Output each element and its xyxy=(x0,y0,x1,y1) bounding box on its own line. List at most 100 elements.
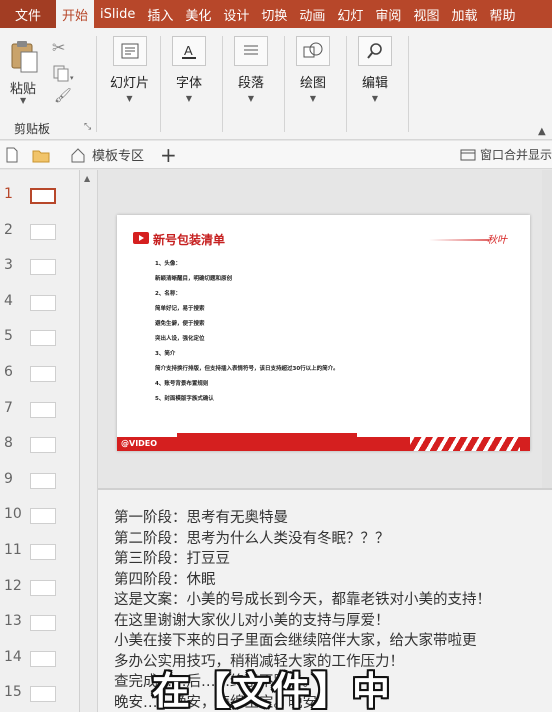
slide-text-line: 3、简介 xyxy=(155,351,176,357)
tab-transitions[interactable]: 切换 xyxy=(255,0,293,28)
note-line: 第四阶段：休眠 xyxy=(114,571,216,588)
tab-beautify[interactable]: 美化 xyxy=(179,0,217,28)
editing-button[interactable]: 编辑 ▼ xyxy=(358,36,392,103)
video-subtitle: 在【文件】中 xyxy=(152,669,393,712)
slide-title: 新号包装清单 xyxy=(153,233,226,247)
slide-text-line: 新颖清晰醒目，明确切题和原创 xyxy=(155,276,233,282)
slide-thumbnail-image xyxy=(30,579,56,596)
ribbon-home: 粘贴 ▼ ✂ ▾ 🖌 剪贴板 ⤡ 幻灯片 ▼ A 字体 ▼ 段落 ▼ 绘图 ▼ … xyxy=(0,28,552,140)
chevron-down-icon: ▼ xyxy=(371,94,379,103)
paste-icon xyxy=(11,41,38,73)
slide-thumbnail[interactable]: 7 xyxy=(0,392,80,428)
slide-number: 11 xyxy=(4,542,22,558)
tab-view[interactable]: 视图 xyxy=(407,0,445,28)
ribbon-separator xyxy=(160,36,161,132)
ribbon-separator xyxy=(222,36,223,132)
slide-thumbnail-image xyxy=(30,366,56,382)
tab-animations[interactable]: 动画 xyxy=(293,0,331,28)
note-line: 第三阶段：打豆豆 xyxy=(114,551,230,567)
slide-number: 3 xyxy=(4,257,13,274)
slide-thumbnail[interactable]: 2 xyxy=(0,214,80,250)
ribbon-separator xyxy=(96,36,97,132)
dialog-launcher-icon[interactable]: ⤡ xyxy=(84,122,91,132)
drawing-button[interactable]: 绘图 ▼ xyxy=(296,36,330,103)
tab-slideshow[interactable]: 幻灯 xyxy=(331,0,369,28)
slide-thumbnail[interactable]: 6 xyxy=(0,356,80,392)
slide-number: 8 xyxy=(4,435,13,452)
tab-addins[interactable]: 加载 xyxy=(445,0,483,28)
new-file-icon[interactable] xyxy=(4,147,20,163)
cut-icon[interactable]: ✂ xyxy=(52,38,65,57)
slide-thumbnail-image xyxy=(30,508,56,525)
paste-button[interactable] xyxy=(8,38,40,77)
chevron-down-icon: ▼ xyxy=(309,94,317,103)
tab-review[interactable]: 审阅 xyxy=(369,0,407,28)
ribbon-separator xyxy=(284,36,285,132)
editing-label: 编辑 xyxy=(361,76,388,91)
format-painter-icon[interactable]: 🖌 xyxy=(54,88,72,104)
slide-scrollbar[interactable] xyxy=(542,170,552,488)
slide-number: 10 xyxy=(4,506,22,523)
slide-number: 13 xyxy=(4,613,22,630)
slide-thumbnail[interactable]: 4 xyxy=(0,285,80,321)
slide-number: 4 xyxy=(4,292,13,309)
slide-text-line: 4、账号背景布置规则 xyxy=(155,381,209,387)
slide-thumbnail[interactable]: 1 xyxy=(0,178,80,214)
paragraph-icon xyxy=(234,36,268,66)
slide-text-line: 2、名称： xyxy=(155,291,181,297)
slide-thumbnail-image xyxy=(30,437,56,454)
shapes-icon xyxy=(296,36,330,66)
tab-insert[interactable]: 插入 xyxy=(141,0,179,28)
collapse-ribbon-icon[interactable]: ▲ xyxy=(538,126,546,137)
tab-islide[interactable]: iSlide xyxy=(94,0,141,28)
slide-thumbnail[interactable]: 3 xyxy=(0,249,80,285)
slide-text-line: 1、头像： xyxy=(155,261,181,267)
slide-text-line: 突出人设，强化定位 xyxy=(155,336,205,342)
window-merge-button[interactable]: 窗口合并显示 xyxy=(460,146,552,163)
search-icon xyxy=(358,36,392,66)
slide-thumbnail-image xyxy=(30,223,56,240)
chevron-down-icon: ▼ xyxy=(185,94,193,103)
copy-icon[interactable]: ▾ xyxy=(52,64,74,85)
home-icon xyxy=(71,147,85,162)
scroll-up-icon[interactable]: ▲ xyxy=(84,174,90,183)
svg-text:▾: ▾ xyxy=(70,74,74,82)
font-icon: A xyxy=(172,36,206,66)
slide-number: 2 xyxy=(4,221,13,238)
slide-thumbnail[interactable]: 10 xyxy=(0,498,80,534)
font-button[interactable]: A 字体 ▼ xyxy=(172,36,206,103)
slide-thumbnail-panel[interactable]: 1 2 3 4 5 6 7 8 9 10 11 12 13 14 15 xyxy=(0,170,80,712)
paste-dropdown-caret[interactable]: ▼ xyxy=(20,96,26,105)
slide-thumbnail[interactable]: 11 xyxy=(0,534,80,570)
slide-thumbnail-image xyxy=(30,686,56,703)
slide-thumbnail[interactable]: 8 xyxy=(0,427,80,463)
slide-thumbnail[interactable]: 13 xyxy=(0,605,80,641)
slide-number: 6 xyxy=(4,364,13,380)
slide-number: 12 xyxy=(4,577,22,594)
folder-icon[interactable] xyxy=(32,147,50,163)
footer-stripes xyxy=(410,437,520,451)
slide-thumbnail[interactable]: 5 xyxy=(0,320,80,356)
tab-design[interactable]: 设计 xyxy=(217,0,255,28)
slide-thumbnail[interactable]: 14 xyxy=(0,641,80,677)
thumbnail-scrollbar[interactable]: ▲ xyxy=(80,170,98,712)
slide-number: 15 xyxy=(4,684,22,701)
tab-file[interactable]: 文件 xyxy=(0,0,56,28)
template-zone-tab[interactable]: 模板专区 xyxy=(70,145,144,164)
tab-home[interactable]: 开始 xyxy=(56,0,95,28)
slide-thumbnail[interactable]: 9 xyxy=(0,463,80,499)
add-tab-button[interactable]: + xyxy=(160,143,177,167)
slide-canvas[interactable]: 新号包装清单 秋叶 1、头像： 新颖清晰醒目，明确切题和原创 2、名称： 简单好记，易… xyxy=(117,215,530,451)
paragraph-button[interactable]: 段落 ▼ xyxy=(234,36,268,103)
slides-label: 幻灯片 xyxy=(110,76,150,91)
tab-help[interactable]: 帮助 xyxy=(483,0,521,28)
ribbon-separator xyxy=(346,36,347,132)
footer-bar xyxy=(177,433,357,437)
slide-thumbnail-image xyxy=(30,615,56,632)
slide-thumbnail-image xyxy=(30,294,56,311)
slide-thumbnail[interactable]: 15 xyxy=(0,676,80,712)
slides-button[interactable]: 幻灯片 ▼ xyxy=(110,36,149,103)
ribbon-separator xyxy=(408,36,409,132)
slide-thumbnail[interactable]: 12 xyxy=(0,570,80,606)
slide-text-line: 简单好记，易于搜索 xyxy=(155,306,205,312)
